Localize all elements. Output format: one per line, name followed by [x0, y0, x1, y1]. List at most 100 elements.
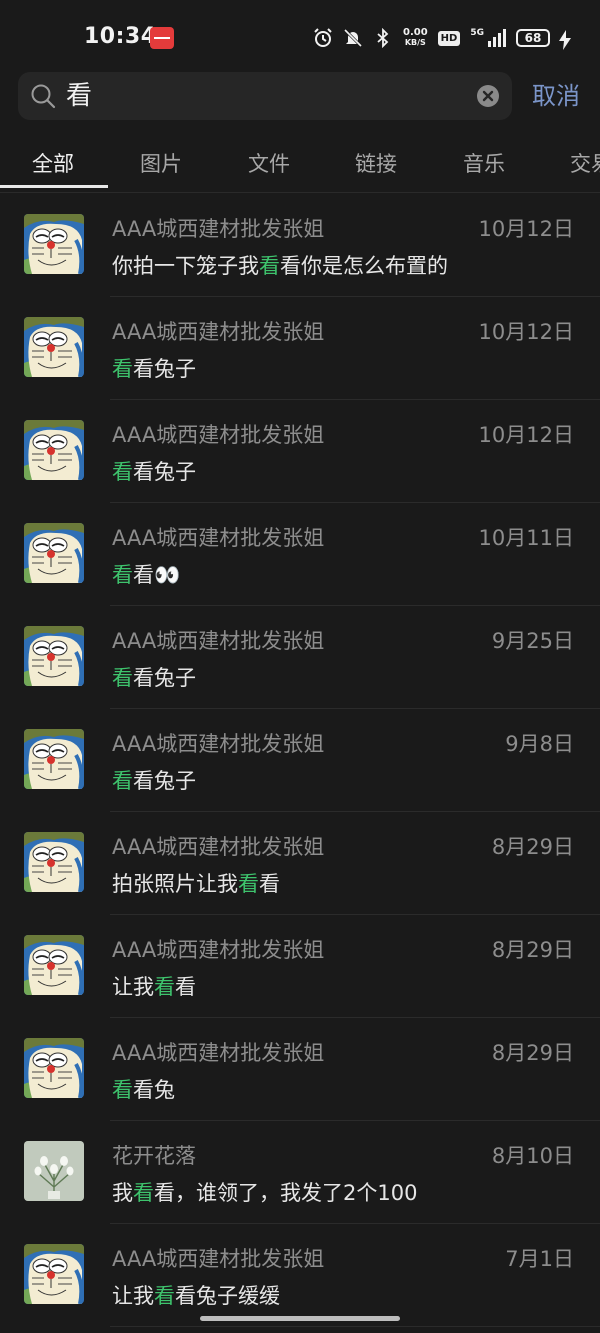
result-row[interactable]: AAA城西建材批发张姐 8月29日 拍张照片让我看看 [0, 812, 600, 915]
status-time: 10:34 [84, 24, 157, 49]
message-snippet: 看看兔子 [112, 765, 196, 795]
alarm-icon [314, 28, 332, 47]
avatar-doraemon[interactable] [24, 214, 84, 274]
message-snippet: 看看兔子 [112, 353, 196, 383]
result-row[interactable]: AAA城西建材批发张姐 10月11日看看👀 [0, 503, 600, 606]
message-date: 8月29日 [491, 1041, 574, 1065]
mute-bell-icon [343, 28, 363, 48]
tabs-divider [0, 192, 600, 193]
result-row[interactable]: AAA城西建材批发张姐 10月12日你拍一下笼子我看看你是怎么布置的 [0, 194, 600, 297]
tab-transactions[interactable]: 交易 [570, 148, 600, 178]
message-text: 看兔 [133, 1078, 175, 1102]
message-snippet: 你拍一下笼子我看看你是怎么布置的 [112, 250, 448, 280]
battery-level: 68 [524, 31, 542, 45]
message-text: 看，谁领了，我发了2个100 [154, 1181, 418, 1205]
highlight-match: 看 [154, 1284, 175, 1308]
clear-icon[interactable] [476, 84, 500, 108]
active-tab-indicator [0, 185, 108, 188]
avatar-flower[interactable] [24, 1141, 84, 1201]
network-speed: 0.00 KB/S [403, 28, 428, 48]
highlight-match: 看 [154, 975, 175, 999]
highlight-match: 看 [112, 460, 133, 484]
home-indicator[interactable] [200, 1316, 400, 1321]
avatar-doraemon[interactable] [24, 626, 84, 686]
message-snippet: 看看兔 [112, 1074, 175, 1104]
message-text: 让我 [112, 1284, 154, 1308]
message-date: 7月1日 [505, 1247, 574, 1271]
contact-name: AAA城西建材批发张姐 [112, 217, 325, 241]
message-snippet: 让我看看 [112, 971, 196, 1001]
result-row[interactable]: AAA城西建材批发张姐 9月8日看看兔子 [0, 709, 600, 812]
message-date: 8月29日 [491, 938, 574, 962]
contact-name: AAA城西建材批发张姐 [112, 1041, 325, 1065]
highlight-match: 看 [133, 1181, 154, 1205]
message-text: 看兔子缓缓 [175, 1284, 280, 1308]
result-row[interactable]: AAA城西建材批发张姐 9月25日 看看兔子 [0, 606, 600, 709]
highlight-match: 看 [112, 769, 133, 793]
avatar-doraemon[interactable] [24, 729, 84, 789]
contact-name: AAA城西建材批发张姐 [112, 1247, 325, 1271]
battery-icon: 68 [516, 29, 571, 50]
avatar-doraemon[interactable] [24, 1038, 84, 1098]
highlight-match: 看 [238, 872, 259, 896]
avatar-doraemon[interactable] [24, 523, 84, 583]
search-results-page: 10:34 0.00 KB/S HD 5G 68 看 取消 全部 图片 文件 链… [0, 0, 600, 1333]
hd-badge: HD [437, 30, 461, 46]
status-icons: 0.00 KB/S HD 5G 68 [313, 24, 571, 52]
highlight-match: 看 [259, 254, 280, 278]
message-date: 10月12日 [478, 320, 574, 344]
tab-links[interactable]: 链接 [355, 148, 397, 178]
message-date: 10月11日 [478, 526, 574, 550]
contact-name: 花开花落 [112, 1144, 196, 1168]
message-text: 看兔子 [133, 666, 196, 690]
highlight-match: 看 [112, 563, 133, 587]
contact-name: AAA城西建材批发张姐 [112, 526, 325, 550]
message-text: 看你是怎么布置的 [280, 254, 448, 278]
tab-all[interactable]: 全部 [32, 148, 74, 178]
message-snippet: 我看看，谁领了，我发了2个100 [112, 1177, 417, 1207]
contact-name: AAA城西建材批发张姐 [112, 938, 325, 962]
message-text: 看兔子 [133, 460, 196, 484]
message-text: 拍张照片让我 [112, 872, 238, 896]
cancel-button[interactable]: 取消 [532, 80, 580, 112]
contact-name: AAA城西建材批发张姐 [112, 423, 325, 447]
message-date: 10月12日 [478, 217, 574, 241]
avatar-doraemon[interactable] [24, 832, 84, 892]
tab-images[interactable]: 图片 [140, 148, 182, 178]
charging-icon [559, 30, 571, 50]
message-text: 看兔子 [133, 769, 196, 793]
message-date: 9月25日 [491, 629, 574, 653]
signal-icon [488, 29, 506, 47]
message-date: 9月8日 [505, 732, 574, 756]
avatar-doraemon[interactable] [24, 935, 84, 995]
result-row[interactable]: AAA城西建材批发张姐 8月29日看看兔 [0, 1018, 600, 1121]
message-text: 让我 [112, 975, 154, 999]
result-row[interactable]: AAA城西建材批发张姐 8月29日让我看看 [0, 915, 600, 1018]
result-row[interactable]: 花开花落 8月10日我看看，谁领了，我发了2个100 [0, 1121, 600, 1224]
result-row[interactable]: AAA城西建材批发张姐 10月12日 看看兔子 [0, 297, 600, 400]
tab-files[interactable]: 文件 [248, 148, 290, 178]
result-row[interactable]: AAA城西建材批发张姐 7月1日让我看看兔子缓缓 [0, 1224, 600, 1327]
message-snippet: 让我看看兔子缓缓 [112, 1280, 280, 1310]
highlight-match: 看 [112, 1078, 133, 1102]
tab-music[interactable]: 音乐 [463, 148, 505, 178]
message-date: 8月10日 [491, 1144, 574, 1168]
message-text: 看 [259, 872, 280, 896]
bluetooth-icon [377, 28, 389, 48]
message-snippet: 看看👀 [112, 559, 180, 589]
avatar-doraemon[interactable] [24, 317, 84, 377]
highlight-match: 看 [112, 357, 133, 381]
search-input[interactable]: 看 [66, 80, 92, 112]
result-row[interactable]: AAA城西建材批发张姐 10月12日 看看兔子 [0, 400, 600, 503]
highlight-match: 看 [112, 666, 133, 690]
avatar-doraemon[interactable] [24, 1244, 84, 1304]
avatar-doraemon[interactable] [24, 420, 84, 480]
category-tabs: 全部 图片 文件 链接 音乐 交易 [0, 140, 600, 190]
message-snippet: 看看兔子 [112, 456, 196, 486]
message-text: 看 [175, 975, 196, 999]
message-text: 看兔子 [133, 357, 196, 381]
net-speed-unit: KB/S [404, 38, 426, 47]
contact-name: AAA城西建材批发张姐 [112, 732, 325, 756]
message-text: 看👀 [133, 563, 181, 587]
search-box[interactable]: 看 [18, 72, 512, 120]
